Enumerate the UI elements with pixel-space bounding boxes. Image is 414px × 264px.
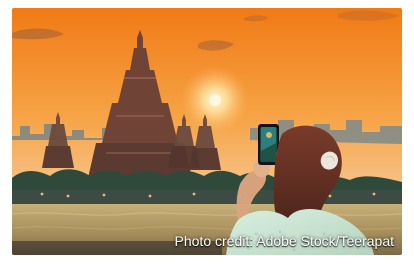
image-frame: Photo credit: Adobe Stock/Teerapat [0,0,414,264]
photo-credit: Photo credit: Adobe Stock/Teerapat [174,233,394,249]
riverside [12,190,402,204]
photo-illustration [12,8,402,255]
sun [209,94,221,106]
photo: Photo credit: Adobe Stock/Teerapat [12,8,402,255]
